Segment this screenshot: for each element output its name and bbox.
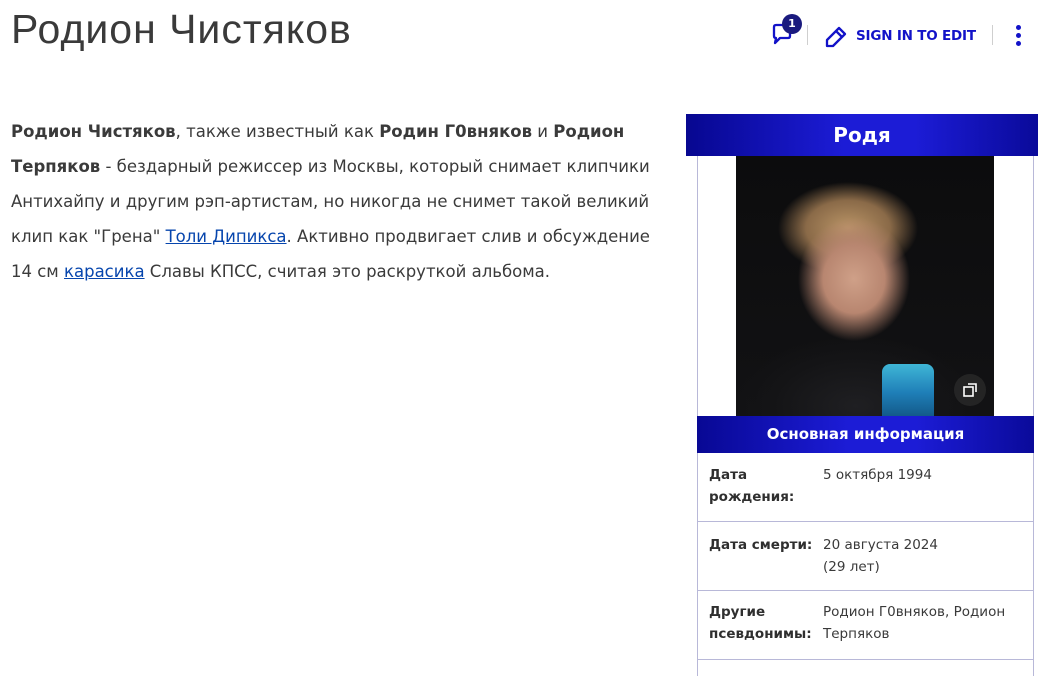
article-subject-name: Родион Чистяков bbox=[11, 122, 176, 141]
action-divider bbox=[807, 25, 808, 45]
infobox-photo[interactable] bbox=[736, 156, 994, 416]
infobox-row-birth: Дата рождения: 5 октября 1994 bbox=[698, 453, 1033, 522]
action-divider bbox=[992, 25, 993, 45]
microphone-graphic bbox=[882, 364, 934, 416]
infobox-section-header: Основная информация bbox=[697, 416, 1034, 453]
infobox-row-value: Родион Г0вняков, Родион Терпяков bbox=[823, 604, 1006, 642]
article-alias: Родин Г0вняков bbox=[379, 122, 533, 141]
infobox-row-label: Дата смерти: bbox=[709, 537, 813, 553]
article-text: Славы КПСС, считая это раскруткой альбом… bbox=[144, 262, 551, 281]
page-title: Родион Чистяков bbox=[11, 6, 352, 52]
expand-icon bbox=[963, 383, 977, 397]
article-intro: Родион Чистяков, также известный как Род… bbox=[11, 114, 671, 289]
expand-image-button[interactable] bbox=[954, 374, 986, 406]
comments-button[interactable]: 1 bbox=[770, 14, 802, 55]
article-text: , также известный как bbox=[175, 122, 380, 141]
more-options-button[interactable] bbox=[1011, 21, 1025, 51]
infobox-row-value: 20 августа 2024 (29 лет) bbox=[823, 537, 938, 575]
infobox-row-label: Другие псевдонимы: bbox=[709, 604, 812, 642]
infobox-row-value: 5 октября 1994 bbox=[823, 467, 932, 483]
infobox-row-death: Дата смерти: 20 августа 2024 (29 лет) bbox=[698, 522, 1033, 591]
infobox-row-aliases: Другие псевдонимы: Родион Г0вняков, Роди… bbox=[698, 591, 1033, 660]
article-text: и bbox=[532, 122, 554, 141]
link-karasika[interactable]: карасика bbox=[64, 262, 145, 281]
infobox-title: Родя bbox=[686, 114, 1038, 156]
comments-count-badge: 1 bbox=[782, 14, 802, 34]
sign-in-to-edit-label: SIGN IN TO EDIT bbox=[856, 28, 976, 44]
infobox-row-label: Дата рождения: bbox=[709, 467, 795, 505]
link-toli-dipiksa[interactable]: Толи Дипикса bbox=[166, 227, 287, 246]
pencil-icon bbox=[825, 26, 847, 48]
